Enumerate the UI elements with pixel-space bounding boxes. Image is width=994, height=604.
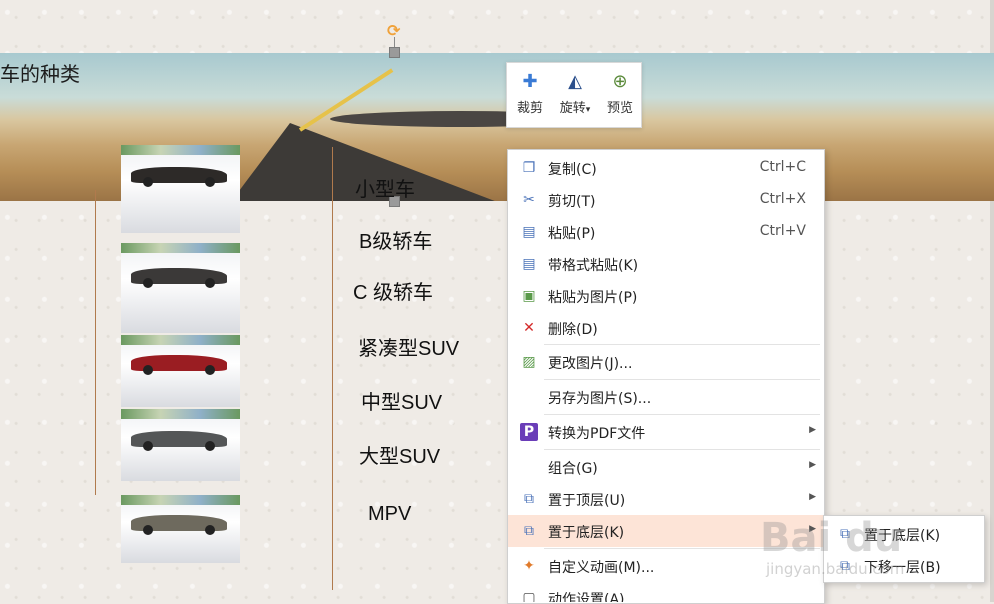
menu-item-delete[interactable]: ✕ 删除(D) — [508, 312, 824, 344]
submenu-arrow-icon: ▶ — [809, 460, 816, 470]
car-wheel — [205, 525, 215, 535]
menu-item-cut[interactable]: ✂ 剪切(T) Ctrl+X — [508, 184, 824, 216]
menu-item-label: 复制(C) — [548, 162, 597, 178]
delete-icon: ✕ — [523, 320, 535, 336]
menu-item-label: 转换为PDF文件 — [548, 426, 646, 442]
menu-item-convert-pdf[interactable]: P 转换为PDF文件 ▶ — [508, 416, 824, 448]
menu-item-change-picture[interactable]: ▨ 更改图片(J)... — [508, 346, 824, 378]
category-label[interactable]: C 级轿车 — [353, 276, 433, 305]
image-strip — [121, 495, 240, 505]
banner-title: 车的种类 — [0, 62, 80, 86]
crop-icon: ✚ — [522, 71, 538, 92]
menu-item-label: 删除(D) — [548, 322, 598, 338]
menu-item-shortcut: Ctrl+V — [759, 223, 806, 239]
car-wheel — [143, 525, 153, 535]
car-wheel — [205, 177, 215, 187]
menu-separator — [544, 449, 820, 450]
menu-item-label: 粘贴为图片(P) — [548, 290, 638, 306]
crop-button[interactable]: ✚ 裁剪 — [509, 63, 551, 127]
send-back-icon: ⧉ — [524, 523, 534, 539]
car-wheel — [143, 365, 153, 375]
image-strip — [121, 243, 240, 253]
baidu-watermark-url: jingyan.baidu.com — [766, 560, 905, 578]
category-label[interactable]: 紧凑型SUV — [358, 332, 459, 361]
timeline-line-right — [332, 147, 333, 590]
car-wheel — [205, 278, 215, 288]
car-wheel — [205, 441, 215, 451]
submenu-arrow-icon: ▶ — [809, 425, 816, 435]
picture-mini-toolbar: ✚ 裁剪 ◭ 旋转▾ ⊕ 预览 — [506, 62, 642, 128]
paste-format-icon: ▤ — [522, 256, 536, 272]
car-image-2[interactable] — [121, 243, 240, 333]
rotate-dropdown-arrow-icon[interactable]: ▾ — [586, 105, 591, 115]
car-image-5[interactable] — [121, 495, 240, 563]
menu-item-shortcut: Ctrl+X — [759, 191, 806, 207]
menu-item-label: 粘贴(P) — [548, 226, 596, 242]
menu-item-save-as-picture[interactable]: 另存为图片(S)... — [508, 381, 824, 413]
car-wheel — [143, 177, 153, 187]
menu-item-label: 更改图片(J)... — [548, 356, 633, 372]
car-wheel — [143, 441, 153, 451]
menu-item-group[interactable]: 组合(G) ▶ — [508, 451, 824, 483]
car-wheel — [143, 278, 153, 288]
car-image-1[interactable] — [121, 145, 240, 233]
image-strip — [121, 145, 240, 155]
image-strip — [121, 409, 240, 419]
menu-item-action-settings[interactable]: ▢ 动作设置(A)... — [508, 582, 824, 602]
baidu-watermark-logo: Bai du — [760, 515, 903, 561]
menu-item-label: 带格式粘贴(K) — [548, 258, 639, 274]
category-label[interactable]: MPV — [368, 503, 411, 526]
menu-item-label: 自定义动画(M)... — [548, 560, 655, 576]
copy-icon: ❐ — [522, 160, 536, 176]
car-wheel — [205, 365, 215, 375]
selection-handle-top[interactable] — [389, 47, 400, 58]
menu-item-label: 另存为图片(S)... — [548, 391, 652, 407]
car-image-3[interactable] — [121, 335, 240, 407]
menu-item-bring-to-front[interactable]: ⧉ 置于顶层(U) ▶ — [508, 483, 824, 515]
submenu-arrow-icon: ▶ — [809, 492, 816, 502]
preview-label: 预览 — [606, 101, 633, 116]
zoom-preview-icon: ⊕ — [612, 71, 628, 92]
car-image-4[interactable] — [121, 409, 240, 481]
menu-separator — [544, 379, 820, 380]
image-strip — [121, 335, 240, 345]
category-label[interactable]: 小型车 — [355, 173, 415, 202]
rotate-label: 旋转 — [559, 101, 586, 116]
paste-icon: ▤ — [522, 224, 536, 240]
rotate-handle-icon[interactable]: ⟳ — [387, 23, 403, 39]
menu-item-label: 动作设置(A)... — [548, 592, 638, 602]
menu-item-paste[interactable]: ▤ 粘贴(P) Ctrl+V — [508, 216, 824, 248]
bring-front-icon: ⧉ — [524, 491, 534, 507]
menu-item-paste-format[interactable]: ▤ 带格式粘贴(K) — [508, 248, 824, 280]
menu-item-copy[interactable]: ❐ 复制(C) Ctrl+C — [508, 152, 824, 184]
preview-button[interactable]: ⊕ 预览 — [599, 63, 641, 127]
rotate-handle-stem — [394, 37, 395, 47]
category-label[interactable]: 大型SUV — [359, 440, 440, 469]
menu-separator — [544, 344, 820, 345]
paste-image-icon: ▣ — [522, 288, 536, 304]
menu-item-label: 置于底层(K) — [548, 525, 625, 541]
menu-item-shortcut: Ctrl+C — [759, 159, 806, 175]
menu-item-label: 剪切(T) — [548, 194, 596, 210]
menu-item-label: 置于顶层(U) — [548, 493, 626, 509]
menu-item-paste-as-image[interactable]: ▣ 粘贴为图片(P) — [508, 280, 824, 312]
category-label[interactable]: 中型SUV — [361, 386, 442, 415]
timeline-line-left — [95, 190, 96, 495]
crop-label: 裁剪 — [516, 101, 543, 116]
menu-item-label: 组合(G) — [548, 461, 598, 477]
rotate-button[interactable]: ◭ 旋转▾ — [551, 63, 599, 127]
scissors-icon: ✂ — [523, 192, 535, 208]
rotate-flip-icon: ◭ — [568, 71, 582, 92]
category-label[interactable]: B级轿车 — [359, 225, 432, 254]
pdf-icon: P — [520, 423, 538, 441]
animation-icon: ✦ — [523, 558, 535, 574]
change-picture-icon: ▨ — [522, 354, 536, 370]
menu-separator — [544, 414, 820, 415]
action-icon: ▢ — [522, 590, 536, 602]
